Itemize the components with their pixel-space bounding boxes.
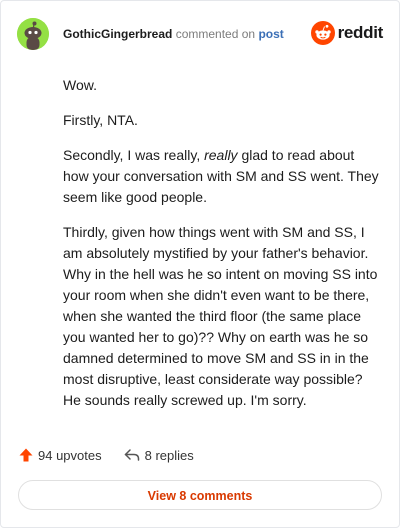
upvote-arrow-icon: [19, 448, 33, 462]
username-link[interactable]: GothicGingerbread: [63, 27, 172, 41]
reddit-logo-icon: [310, 21, 335, 45]
comment-paragraph: Firstly, NTA.: [63, 112, 138, 128]
reply-count: 8 replies: [144, 447, 194, 463]
paragraph-text: Secondly, I was really,: [63, 147, 205, 163]
comment-paragraph: Thirdly, given how things went with SM a…: [63, 224, 378, 408]
view-comments-button[interactable]: View 8 comments: [18, 480, 382, 510]
emphasis-text: really: [204, 147, 238, 163]
comment-meta: GothicGingerbread commented on post: [63, 26, 284, 42]
post-link[interactable]: post: [258, 27, 283, 41]
avatar[interactable]: [17, 18, 49, 50]
comment-body: Wow. Firstly, NTA. Secondly, I was reall…: [63, 75, 381, 425]
reddit-wordmark: reddit: [337, 23, 384, 42]
comment-header: GothicGingerbread commented on post: [17, 18, 284, 50]
reddit-brand[interactable]: reddit: [310, 21, 384, 45]
commented-on-text: commented on: [175, 27, 256, 41]
upvote-count: 94 upvotes: [38, 447, 102, 463]
upvote-button[interactable]: 94 upvotes: [19, 448, 102, 463]
snoo-avatar-icon: [17, 18, 49, 50]
reply-arrow-icon: [124, 449, 139, 461]
comment-paragraph: Wow.: [63, 77, 97, 93]
replies-button[interactable]: 8 replies: [124, 448, 194, 463]
comment-card: GothicGingerbread commented on post redd…: [0, 0, 400, 528]
comment-paragraph: Secondly, I was really, really glad to r…: [63, 145, 381, 208]
comment-footer: 94 upvotes 8 replies: [19, 445, 194, 465]
